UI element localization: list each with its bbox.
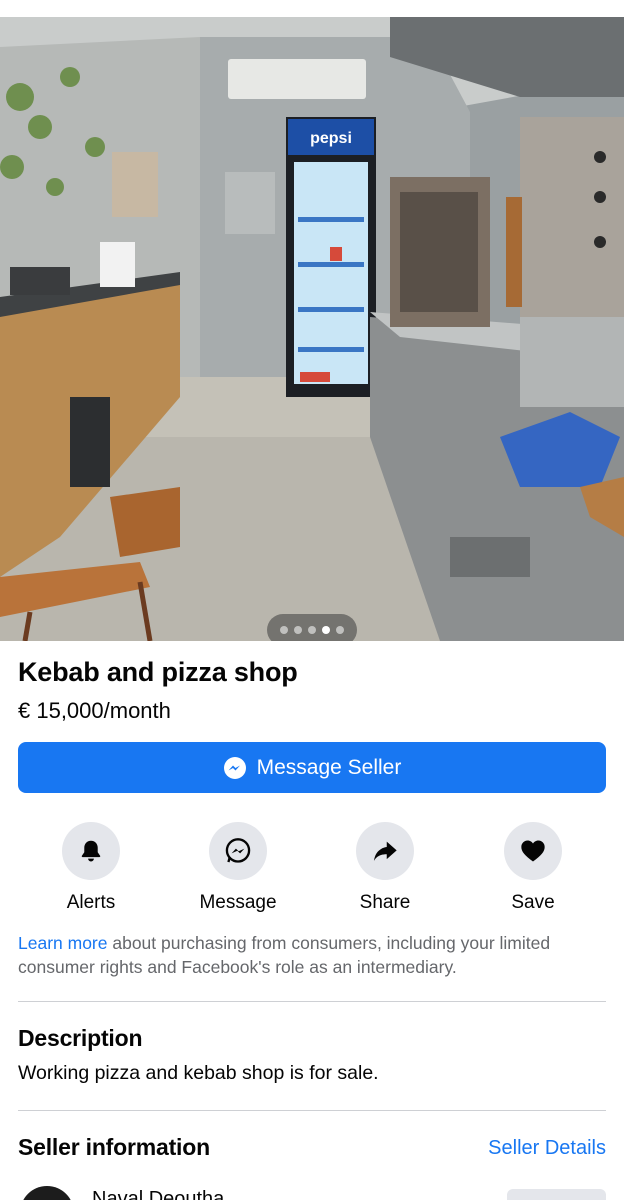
pagination-dot[interactable] <box>336 626 344 634</box>
share-label: Share <box>359 892 411 913</box>
pagination-dot[interactable] <box>280 626 288 634</box>
save-icon-circle[interactable] <box>504 822 562 880</box>
description-text: Working pizza and kebab shop is for sale… <box>18 1062 379 1084</box>
messenger-icon <box>223 756 247 780</box>
pagination-dot[interactable] <box>294 626 302 634</box>
divider <box>18 1001 606 1002</box>
pepsi-sign: pepsi <box>310 130 352 147</box>
share-arrow-icon <box>373 841 397 861</box>
alerts-button[interactable]: Alerts <box>31 822 151 914</box>
seller-avatar[interactable] <box>20 1186 74 1200</box>
share-button[interactable]: Share <box>325 822 445 914</box>
listing-photo-image: pepsi <box>0 17 624 641</box>
description-heading: Description <box>18 1025 143 1051</box>
photo-pagination[interactable] <box>267 614 357 641</box>
message-button[interactable]: Message <box>178 822 298 914</box>
seller-action-button[interactable] <box>507 1189 606 1200</box>
seller-information-heading: Seller information <box>18 1134 210 1160</box>
divider <box>18 1110 606 1111</box>
listing-actions: Alerts Message Share Save <box>0 822 624 914</box>
learn-more-link[interactable]: Learn more <box>18 933 108 953</box>
message-seller-button[interactable]: Message Seller <box>18 742 606 793</box>
message-icon-circle[interactable] <box>209 822 267 880</box>
listing-price: € 15,000/month <box>18 698 171 723</box>
alerts-icon-circle[interactable] <box>62 822 120 880</box>
alerts-label: Alerts <box>66 892 116 913</box>
consumer-rights-notice: Learn more about purchasing from consume… <box>18 931 578 979</box>
listing-photo[interactable]: pepsi <box>0 17 624 641</box>
heart-icon <box>521 840 545 862</box>
pagination-dot-active[interactable] <box>322 626 330 634</box>
bell-icon <box>81 840 101 862</box>
messenger-icon <box>225 838 251 863</box>
seller-details-link[interactable]: Seller Details <box>488 1137 606 1160</box>
seller-name[interactable]: Naval Deoutha <box>92 1188 224 1200</box>
pagination-dot[interactable] <box>308 626 316 634</box>
message-label: Message <box>199 892 277 913</box>
share-icon-circle[interactable] <box>356 822 414 880</box>
listing-title: Kebab and pizza shop <box>18 657 298 687</box>
save-button[interactable]: Save <box>473 822 593 914</box>
message-seller-label: Message Seller <box>256 755 402 779</box>
save-label: Save <box>511 892 555 913</box>
